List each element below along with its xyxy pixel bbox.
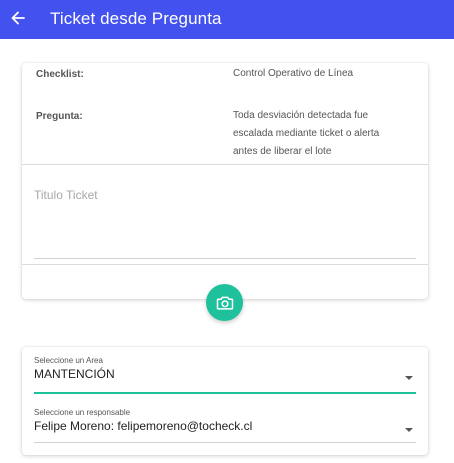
- ticket-card: Checklist: Control Operativo de Línea Pr…: [22, 63, 428, 299]
- chevron-down-icon: [405, 376, 413, 380]
- area-select-value: MANTENCIÓN: [34, 367, 115, 381]
- camera-button[interactable]: [206, 284, 243, 321]
- pregunta-label: Pregunta:: [36, 111, 83, 122]
- app-bar: Ticket desde Pregunta: [0, 0, 454, 39]
- arrow-left-icon: [11, 11, 25, 25]
- divider: [22, 164, 428, 165]
- assignment-card: Seleccione un Area MANTENCIÓN Seleccione…: [22, 347, 428, 455]
- responsable-select[interactable]: Seleccione un responsable Felipe Moreno:…: [34, 408, 416, 444]
- back-button[interactable]: [6, 6, 30, 30]
- responsable-select-underline: [34, 442, 416, 443]
- page-title: Ticket desde Pregunta: [50, 9, 222, 28]
- titulo-ticket-field: [34, 181, 416, 259]
- pregunta-line: escalada mediante ticket o alerta: [233, 128, 380, 139]
- area-select-label: Seleccione un Area: [34, 356, 103, 365]
- camera-icon: [216, 296, 233, 310]
- pregunta-line: antes de liberar el lote: [233, 146, 332, 157]
- responsable-select-label: Seleccione un responsable: [34, 408, 131, 417]
- divider: [22, 264, 428, 265]
- pregunta-line: Toda desviación detectada fue: [233, 110, 369, 121]
- area-select-underline: [34, 392, 416, 394]
- pregunta-value: Toda desviación detectada fue escalada m…: [233, 107, 379, 161]
- titulo-ticket-input[interactable]: [34, 181, 416, 202]
- chevron-down-icon: [405, 428, 413, 432]
- checklist-label: Checklist:: [36, 69, 84, 80]
- area-select[interactable]: Seleccione un Area MANTENCIÓN: [34, 356, 416, 394]
- checklist-value: Control Operativo de Línea: [233, 68, 354, 79]
- responsable-select-value: Felipe Moreno: felipemoreno@tocheck.cl: [34, 419, 253, 433]
